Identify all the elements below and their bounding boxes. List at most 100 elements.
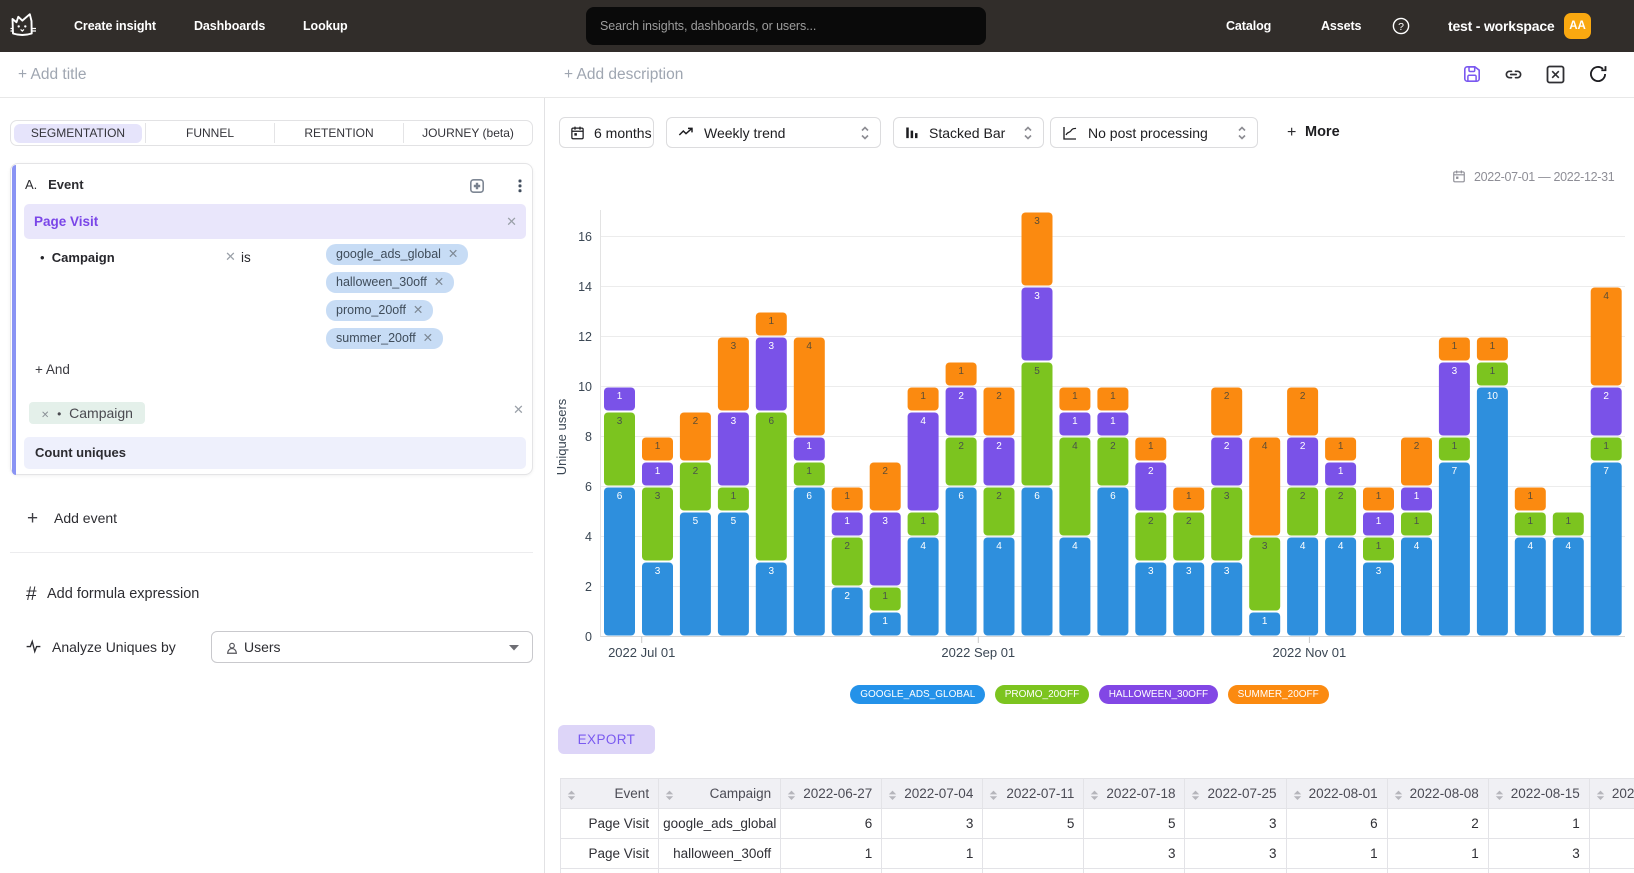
svg-text:7: 7 bbox=[1603, 466, 1609, 477]
svg-text:4: 4 bbox=[585, 530, 592, 544]
svg-text:3: 3 bbox=[769, 566, 775, 577]
svg-text:5: 5 bbox=[1034, 366, 1040, 377]
svg-text:1: 1 bbox=[1376, 491, 1382, 502]
svg-text:2022 Jul 01: 2022 Jul 01 bbox=[608, 645, 675, 660]
svg-text:3: 3 bbox=[1186, 566, 1192, 577]
svg-text:3: 3 bbox=[1224, 566, 1230, 577]
svg-text:1: 1 bbox=[1338, 441, 1344, 452]
svg-text:2: 2 bbox=[1338, 491, 1344, 502]
svg-text:2: 2 bbox=[1186, 516, 1192, 527]
svg-text:8: 8 bbox=[585, 430, 592, 444]
svg-text:5: 5 bbox=[731, 516, 737, 527]
svg-text:1: 1 bbox=[1186, 491, 1192, 502]
svg-text:1: 1 bbox=[1528, 491, 1534, 502]
svg-text:1: 1 bbox=[1452, 441, 1458, 452]
svg-text:1: 1 bbox=[731, 491, 737, 502]
svg-text:1: 1 bbox=[1490, 366, 1496, 377]
svg-text:2: 2 bbox=[996, 491, 1002, 502]
svg-text:4: 4 bbox=[1262, 441, 1268, 452]
svg-text:14: 14 bbox=[578, 280, 592, 294]
svg-text:12: 12 bbox=[578, 330, 592, 344]
svg-text:1: 1 bbox=[806, 441, 812, 452]
svg-text:2: 2 bbox=[996, 391, 1002, 402]
svg-text:16: 16 bbox=[578, 230, 592, 244]
svg-text:3: 3 bbox=[617, 416, 623, 427]
svg-text:2022 Sep 01: 2022 Sep 01 bbox=[941, 645, 1015, 660]
svg-text:1: 1 bbox=[806, 466, 812, 477]
svg-text:2: 2 bbox=[1224, 441, 1230, 452]
svg-text:2: 2 bbox=[1300, 441, 1306, 452]
svg-text:1: 1 bbox=[1452, 341, 1458, 352]
svg-text:1: 1 bbox=[920, 391, 926, 402]
svg-text:1: 1 bbox=[1414, 491, 1420, 502]
svg-text:2: 2 bbox=[958, 441, 964, 452]
svg-text:1: 1 bbox=[1110, 416, 1116, 427]
svg-text:1: 1 bbox=[1566, 516, 1572, 527]
svg-text:3: 3 bbox=[1034, 216, 1040, 227]
svg-text:3: 3 bbox=[1148, 566, 1154, 577]
svg-text:2: 2 bbox=[844, 591, 850, 602]
svg-text:2: 2 bbox=[1300, 391, 1306, 402]
svg-text:1: 1 bbox=[844, 491, 850, 502]
svg-text:6: 6 bbox=[617, 491, 623, 502]
svg-text:3: 3 bbox=[655, 491, 661, 502]
svg-text:2: 2 bbox=[1148, 516, 1154, 527]
svg-text:0: 0 bbox=[585, 630, 592, 644]
svg-text:7: 7 bbox=[1452, 466, 1458, 477]
svg-text:3: 3 bbox=[769, 341, 775, 352]
svg-text:4: 4 bbox=[1603, 291, 1609, 302]
svg-text:4: 4 bbox=[1414, 541, 1420, 552]
svg-text:2: 2 bbox=[958, 391, 964, 402]
svg-text:4: 4 bbox=[1300, 541, 1306, 552]
svg-text:4: 4 bbox=[920, 416, 926, 427]
svg-text:3: 3 bbox=[1376, 566, 1382, 577]
svg-text:6: 6 bbox=[1110, 491, 1116, 502]
svg-text:1: 1 bbox=[844, 516, 850, 527]
svg-text:1: 1 bbox=[1072, 416, 1078, 427]
svg-text:3: 3 bbox=[655, 566, 661, 577]
svg-text:6: 6 bbox=[769, 416, 775, 427]
svg-text:2: 2 bbox=[1148, 466, 1154, 477]
svg-text:2: 2 bbox=[693, 466, 699, 477]
svg-text:6: 6 bbox=[958, 491, 964, 502]
svg-text:3: 3 bbox=[1262, 541, 1268, 552]
svg-text:3: 3 bbox=[882, 516, 888, 527]
svg-text:1: 1 bbox=[655, 466, 661, 477]
svg-text:1: 1 bbox=[1490, 341, 1496, 352]
svg-text:10: 10 bbox=[1487, 391, 1499, 402]
svg-text:1: 1 bbox=[1528, 516, 1534, 527]
svg-text:1: 1 bbox=[1262, 616, 1268, 627]
svg-text:4: 4 bbox=[1528, 541, 1534, 552]
svg-text:1: 1 bbox=[882, 616, 888, 627]
svg-text:6: 6 bbox=[1034, 491, 1040, 502]
svg-text:4: 4 bbox=[806, 341, 812, 352]
svg-text:?: ? bbox=[1398, 21, 1404, 33]
svg-text:6: 6 bbox=[806, 491, 812, 502]
svg-text:2: 2 bbox=[585, 580, 592, 594]
svg-text:1: 1 bbox=[1376, 516, 1382, 527]
svg-text:10: 10 bbox=[578, 380, 592, 394]
svg-text:2: 2 bbox=[1414, 441, 1420, 452]
svg-text:6: 6 bbox=[585, 480, 592, 494]
svg-text:3: 3 bbox=[731, 416, 737, 427]
svg-text:1: 1 bbox=[1376, 541, 1382, 552]
svg-text:4: 4 bbox=[1338, 541, 1344, 552]
svg-text:3: 3 bbox=[1034, 291, 1040, 302]
svg-text:3: 3 bbox=[1224, 491, 1230, 502]
svg-text:1: 1 bbox=[769, 316, 775, 327]
svg-text:1: 1 bbox=[882, 591, 888, 602]
svg-text:1: 1 bbox=[617, 391, 623, 402]
svg-text:2: 2 bbox=[693, 416, 699, 427]
svg-text:1: 1 bbox=[1414, 516, 1420, 527]
svg-text:1: 1 bbox=[655, 441, 661, 452]
svg-text:1: 1 bbox=[1338, 466, 1344, 477]
svg-text:2: 2 bbox=[1300, 491, 1306, 502]
svg-text:4: 4 bbox=[1072, 541, 1078, 552]
svg-text:4: 4 bbox=[996, 541, 1002, 552]
svg-text:Unique users: Unique users bbox=[554, 398, 569, 475]
svg-text:1: 1 bbox=[958, 366, 964, 377]
svg-text:2: 2 bbox=[844, 541, 850, 552]
svg-text:2: 2 bbox=[1603, 391, 1609, 402]
svg-text:3: 3 bbox=[731, 341, 737, 352]
svg-text:2: 2 bbox=[882, 466, 888, 477]
